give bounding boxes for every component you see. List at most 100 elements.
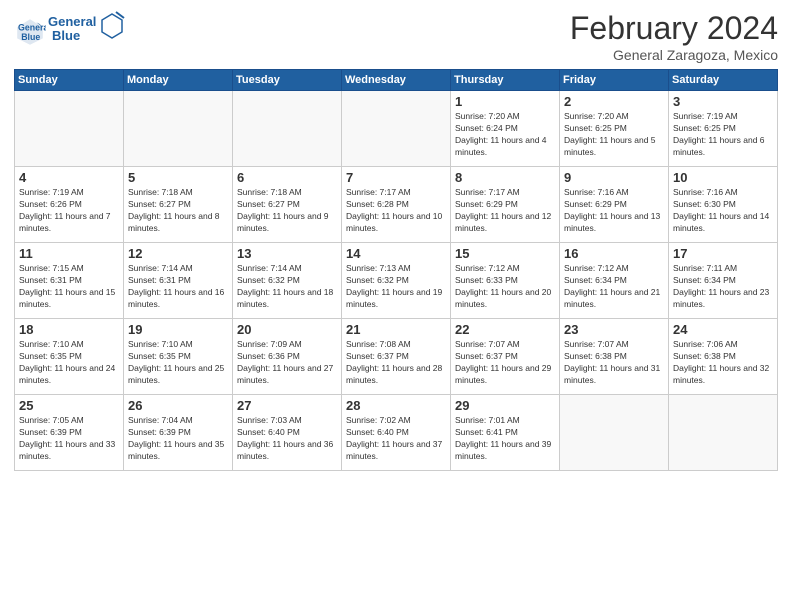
calendar-day-cell: 23 Sunrise: 7:07 AMSunset: 6:38 PMDayligh…	[560, 319, 669, 395]
calendar-day-cell: 3Sunrise: 7:19 AMSunset: 6:25 PMDaylight…	[669, 91, 778, 167]
day-number: 4	[19, 170, 119, 185]
day-number: 1	[455, 94, 555, 109]
calendar-day-cell: 17 Sunrise: 7:11 AMSunset: 6:34 PMDayligh…	[669, 243, 778, 319]
day-number: 7	[346, 170, 446, 185]
calendar-day-cell: 29 Sunrise: 7:01 AMSunset: 6:41 PMDayligh…	[451, 395, 560, 471]
calendar-table: SundayMondayTuesdayWednesdayThursdayFrid…	[14, 69, 778, 471]
calendar-day-cell: 18 Sunrise: 7:10 AMSunset: 6:35 PMDayligh…	[15, 319, 124, 395]
day-info: Sunrise: 7:01 AMSunset: 6:41 PMDaylight:…	[455, 415, 555, 463]
day-info: Sunrise: 7:16 AMSunset: 6:29 PMDaylight:…	[564, 187, 664, 235]
weekday-header: Thursday	[451, 70, 560, 91]
weekday-header: Sunday	[15, 70, 124, 91]
day-info: Sunrise: 7:12 AMSunset: 6:33 PMDaylight:…	[455, 263, 555, 311]
calendar-day-cell	[15, 91, 124, 167]
day-info: Sunrise: 7:18 AMSunset: 6:27 PMDaylight:…	[128, 187, 228, 235]
day-number: 18	[19, 322, 119, 337]
calendar-page: General Blue General Blue February 2024 …	[0, 0, 792, 612]
weekday-header-row: SundayMondayTuesdayWednesdayThursdayFrid…	[15, 70, 778, 91]
calendar-subtitle: General Zaragoza, Mexico	[570, 47, 778, 63]
calendar-day-cell: 13 Sunrise: 7:14 AMSunset: 6:32 PMDayligh…	[233, 243, 342, 319]
day-number: 23	[564, 322, 664, 337]
calendar-week-row: 18 Sunrise: 7:10 AMSunset: 6:35 PMDayligh…	[15, 319, 778, 395]
day-number: 29	[455, 398, 555, 413]
day-info: Sunrise: 7:10 AMSunset: 6:35 PMDaylight:…	[128, 339, 228, 387]
calendar-day-cell: 26 Sunrise: 7:04 AMSunset: 6:39 PMDayligh…	[124, 395, 233, 471]
calendar-day-cell: 9 Sunrise: 7:16 AMSunset: 6:29 PMDaylight…	[560, 167, 669, 243]
logo-icon: General Blue	[14, 16, 46, 48]
day-number: 22	[455, 322, 555, 337]
day-info: Sunrise: 7:02 AMSunset: 6:40 PMDaylight:…	[346, 415, 446, 463]
weekday-header: Monday	[124, 70, 233, 91]
calendar-day-cell: 15Sunrise: 7:12 AMSunset: 6:33 PMDayligh…	[451, 243, 560, 319]
calendar-day-cell	[233, 91, 342, 167]
day-info: Sunrise: 7:12 AMSunset: 6:34 PMDaylight:…	[564, 263, 664, 311]
calendar-day-cell: 28 Sunrise: 7:02 AMSunset: 6:40 PMDayligh…	[342, 395, 451, 471]
calendar-day-cell: 11 Sunrise: 7:15 AMSunset: 6:31 PMDayligh…	[15, 243, 124, 319]
day-number: 26	[128, 398, 228, 413]
day-number: 16	[564, 246, 664, 261]
day-number: 27	[237, 398, 337, 413]
day-info: Sunrise: 7:14 AMSunset: 6:31 PMDaylight:…	[128, 263, 228, 311]
calendar-day-cell: 16 Sunrise: 7:12 AMSunset: 6:34 PMDayligh…	[560, 243, 669, 319]
day-info: Sunrise: 7:15 AMSunset: 6:31 PMDaylight:…	[19, 263, 119, 311]
day-number: 17	[673, 246, 773, 261]
day-info: Sunrise: 7:14 AMSunset: 6:32 PMDaylight:…	[237, 263, 337, 311]
day-number: 13	[237, 246, 337, 261]
day-number: 24	[673, 322, 773, 337]
svg-text:Blue: Blue	[52, 28, 80, 43]
day-info: Sunrise: 7:05 AMSunset: 6:39 PMDaylight:…	[19, 415, 119, 463]
day-info: Sunrise: 7:10 AMSunset: 6:35 PMDaylight:…	[19, 339, 119, 387]
day-info: Sunrise: 7:08 AMSunset: 6:37 PMDaylight:…	[346, 339, 446, 387]
general-blue-logo: General Blue	[48, 10, 128, 48]
day-info: Sunrise: 7:13 AMSunset: 6:32 PMDaylight:…	[346, 263, 446, 311]
day-info: Sunrise: 7:07 AMSunset: 6:38 PMDaylight:…	[564, 339, 664, 387]
calendar-day-cell: 12 Sunrise: 7:14 AMSunset: 6:31 PMDayligh…	[124, 243, 233, 319]
calendar-day-cell: 8 Sunrise: 7:17 AMSunset: 6:29 PMDaylight…	[451, 167, 560, 243]
weekday-header: Friday	[560, 70, 669, 91]
svg-text:Blue: Blue	[21, 32, 40, 42]
calendar-day-cell: 24 Sunrise: 7:06 AMSunset: 6:38 PMDayligh…	[669, 319, 778, 395]
title-block: February 2024 General Zaragoza, Mexico	[570, 10, 778, 63]
day-number: 8	[455, 170, 555, 185]
day-number: 20	[237, 322, 337, 337]
day-number: 14	[346, 246, 446, 261]
calendar-day-cell: 5 Sunrise: 7:18 AMSunset: 6:27 PMDaylight…	[124, 167, 233, 243]
weekday-header: Tuesday	[233, 70, 342, 91]
calendar-day-cell	[342, 91, 451, 167]
calendar-day-cell: 25Sunrise: 7:05 AMSunset: 6:39 PMDayligh…	[15, 395, 124, 471]
calendar-day-cell	[124, 91, 233, 167]
day-number: 28	[346, 398, 446, 413]
day-number: 10	[673, 170, 773, 185]
calendar-day-cell: 2 Sunrise: 7:20 AMSunset: 6:25 PMDaylight…	[560, 91, 669, 167]
day-number: 21	[346, 322, 446, 337]
calendar-day-cell: 20 Sunrise: 7:09 AMSunset: 6:36 PMDayligh…	[233, 319, 342, 395]
day-info: Sunrise: 7:20 AMSunset: 6:25 PMDaylight:…	[564, 111, 664, 159]
calendar-week-row: 25Sunrise: 7:05 AMSunset: 6:39 PMDayligh…	[15, 395, 778, 471]
svg-text:General: General	[18, 22, 46, 32]
day-info: Sunrise: 7:11 AMSunset: 6:34 PMDaylight:…	[673, 263, 773, 311]
day-info: Sunrise: 7:09 AMSunset: 6:36 PMDaylight:…	[237, 339, 337, 387]
calendar-day-cell: 19Sunrise: 7:10 AMSunset: 6:35 PMDayligh…	[124, 319, 233, 395]
calendar-day-cell	[560, 395, 669, 471]
day-info: Sunrise: 7:07 AMSunset: 6:37 PMDaylight:…	[455, 339, 555, 387]
calendar-day-cell: 6 Sunrise: 7:18 AMSunset: 6:27 PMDaylight…	[233, 167, 342, 243]
day-info: Sunrise: 7:06 AMSunset: 6:38 PMDaylight:…	[673, 339, 773, 387]
day-number: 5	[128, 170, 228, 185]
day-number: 6	[237, 170, 337, 185]
calendar-day-cell	[669, 395, 778, 471]
calendar-day-cell: 7Sunrise: 7:17 AMSunset: 6:28 PMDaylight…	[342, 167, 451, 243]
calendar-day-cell: 22 Sunrise: 7:07 AMSunset: 6:37 PMDayligh…	[451, 319, 560, 395]
calendar-week-row: 11 Sunrise: 7:15 AMSunset: 6:31 PMDayligh…	[15, 243, 778, 319]
day-info: Sunrise: 7:04 AMSunset: 6:39 PMDaylight:…	[128, 415, 228, 463]
calendar-day-cell: 21 Sunrise: 7:08 AMSunset: 6:37 PMDayligh…	[342, 319, 451, 395]
day-number: 9	[564, 170, 664, 185]
day-number: 11	[19, 246, 119, 261]
calendar-day-cell: 1Sunrise: 7:20 AMSunset: 6:24 PMDaylight…	[451, 91, 560, 167]
day-number: 12	[128, 246, 228, 261]
day-info: Sunrise: 7:17 AMSunset: 6:29 PMDaylight:…	[455, 187, 555, 235]
calendar-title: February 2024	[570, 10, 778, 47]
day-info: Sunrise: 7:03 AMSunset: 6:40 PMDaylight:…	[237, 415, 337, 463]
day-number: 2	[564, 94, 664, 109]
header: General Blue General Blue February 2024 …	[14, 10, 778, 63]
day-info: Sunrise: 7:18 AMSunset: 6:27 PMDaylight:…	[237, 187, 337, 235]
